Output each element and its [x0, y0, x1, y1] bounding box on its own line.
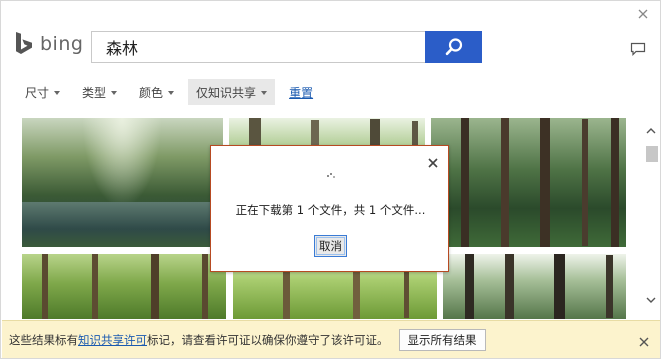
- chevron-down-icon: [168, 90, 175, 95]
- chevron-down-icon: [111, 90, 118, 95]
- scrollbar-thumb[interactable]: [646, 146, 658, 162]
- reset-filters-link[interactable]: 重置: [281, 79, 321, 105]
- filter-size-dropdown[interactable]: 尺寸: [17, 79, 68, 105]
- cancel-button[interactable]: 取消: [314, 235, 347, 257]
- loading-spinner-icon: [327, 173, 337, 181]
- chevron-down-icon: [261, 90, 268, 95]
- bing-logo: bing: [14, 31, 83, 57]
- bing-wordmark: bing: [40, 33, 84, 55]
- info-bar-close-icon[interactable]: [638, 333, 650, 347]
- show-all-results-button[interactable]: 显示所有结果: [398, 328, 486, 351]
- result-image-thumbnail[interactable]: [22, 118, 223, 247]
- feedback-chat-icon[interactable]: [630, 41, 646, 56]
- result-image-thumbnail[interactable]: [22, 254, 226, 319]
- search-icon: [445, 38, 462, 56]
- dialog-close-icon[interactable]: [427, 154, 439, 168]
- scroll-up-icon[interactable]: [645, 121, 657, 134]
- filter-size-label: 尺寸: [25, 85, 50, 100]
- filter-color-dropdown[interactable]: 颜色: [131, 79, 182, 105]
- bing-image-insert-window: bing 尺寸 类型 颜色 仅知识共享 重置: [0, 0, 661, 359]
- result-image-thumbnail[interactable]: [431, 118, 626, 247]
- download-progress-dialog: 正在下载第 1 个文件，共 1 个文件... 取消: [210, 145, 449, 272]
- license-info-prefix: 这些结果标有: [9, 332, 78, 347]
- chevron-down-icon: [54, 90, 61, 95]
- license-info-suffix: 标记，请查看许可证以确保你遵守了该许可证。: [147, 332, 389, 347]
- filter-bar: 尺寸 类型 颜色 仅知识共享 重置: [17, 79, 327, 105]
- filter-type-label: 类型: [82, 85, 107, 100]
- filter-type-dropdown[interactable]: 类型: [74, 79, 125, 105]
- filter-license-dropdown[interactable]: 仅知识共享: [188, 79, 276, 105]
- search-button[interactable]: [425, 31, 482, 63]
- filter-license-label: 仅知识共享: [196, 85, 257, 100]
- result-image-thumbnail[interactable]: [443, 254, 626, 319]
- license-info-bar: 这些结果标有知识共享许可标记，请查看许可证以确保你遵守了该许可证。 显示所有结果: [2, 320, 660, 358]
- download-status-message: 正在下载第 1 个文件，共 1 个文件...: [235, 203, 426, 217]
- results-scrollbar[interactable]: [643, 118, 659, 319]
- search-input[interactable]: [92, 32, 425, 62]
- close-icon[interactable]: [636, 7, 650, 21]
- bing-logo-icon: [16, 32, 32, 54]
- filter-color-label: 颜色: [139, 85, 164, 100]
- scroll-down-icon[interactable]: [645, 290, 657, 303]
- license-info-text: 这些结果标有知识共享许可标记，请查看许可证以确保你遵守了该许可证。: [9, 332, 389, 348]
- search-field[interactable]: [91, 31, 425, 63]
- creative-commons-link[interactable]: 知识共享许可: [78, 333, 147, 347]
